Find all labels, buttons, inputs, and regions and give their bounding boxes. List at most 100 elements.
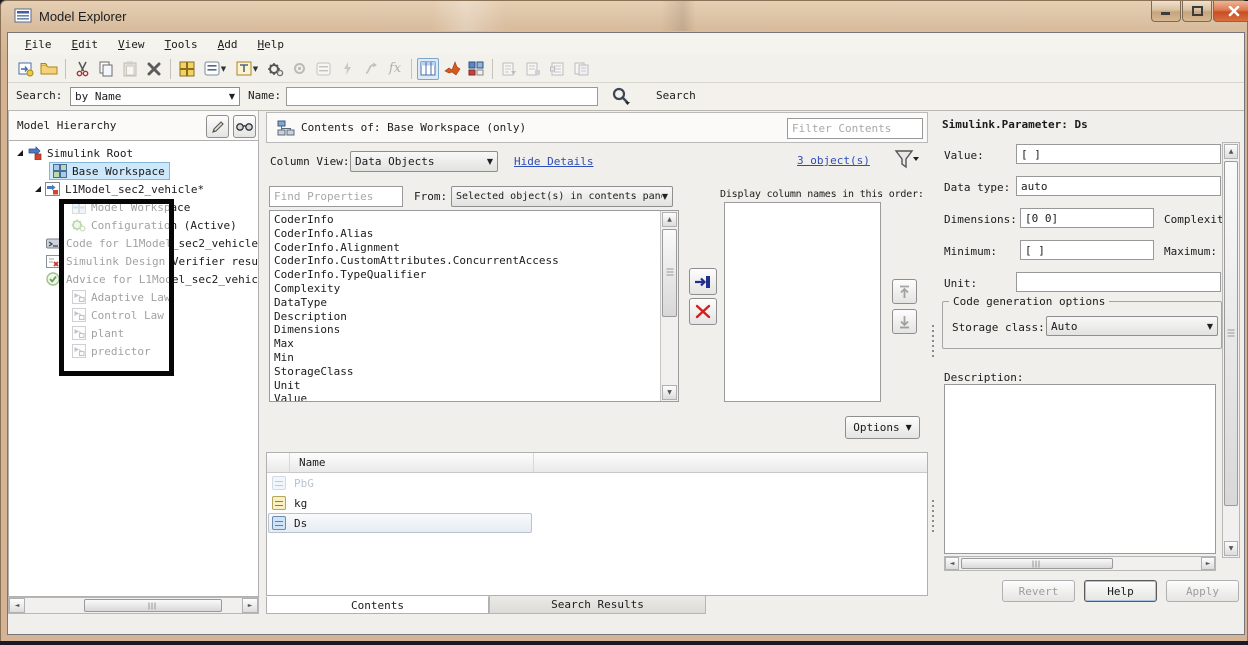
- paste-icon[interactable]: [119, 58, 141, 80]
- scroll-up-icon[interactable]: ▲: [1224, 144, 1238, 159]
- dialog-v-scrollbar[interactable]: ▲ ▼: [1222, 142, 1240, 558]
- filter-contents-input[interactable]: [787, 118, 923, 139]
- search-mode-dropdown[interactable]: by Name ▼: [70, 87, 240, 106]
- column-view-icon[interactable]: [417, 57, 439, 80]
- menu-add[interactable]: Add: [209, 36, 247, 53]
- revert-button[interactable]: Revert: [1002, 580, 1075, 602]
- hide-details-link[interactable]: Hide Details: [514, 155, 593, 168]
- vertical-splitter[interactable]: [931, 110, 935, 614]
- tree-item-model[interactable]: L1Model_sec2_vehicle*: [9, 180, 258, 198]
- expander-icon[interactable]: [35, 186, 41, 192]
- add-column-button[interactable]: [689, 268, 717, 295]
- tree-item-simulink-root[interactable]: Simulink Root: [9, 144, 258, 162]
- find-properties-input[interactable]: [269, 186, 403, 207]
- delete-icon[interactable]: [143, 58, 165, 80]
- property-item[interactable]: CoderInfo.Alias: [270, 227, 678, 241]
- configuration-icon[interactable]: [264, 58, 286, 80]
- run-search-icon[interactable]: [610, 86, 632, 109]
- color-grid-icon[interactable]: [465, 58, 487, 80]
- function-icon[interactable]: fx: [384, 58, 406, 80]
- apply-button[interactable]: Apply: [1166, 580, 1239, 602]
- table-row[interactable]: PbG: [267, 473, 927, 493]
- column-order-listbox[interactable]: [724, 202, 881, 402]
- minimize-button[interactable]: [1151, 1, 1181, 22]
- expander-icon[interactable]: [17, 150, 23, 156]
- report-icon-4[interactable]: [570, 58, 592, 80]
- view-glasses-button[interactable]: [233, 115, 256, 138]
- tab-contents[interactable]: Contents: [266, 596, 489, 614]
- remove-column-button[interactable]: [689, 298, 717, 325]
- dialog-h-scrollbar[interactable]: ◄ ►: [944, 556, 1216, 571]
- search-button[interactable]: Search: [656, 89, 696, 102]
- cut-icon[interactable]: [71, 58, 93, 80]
- menu-file[interactable]: File: [16, 36, 61, 53]
- property-item[interactable]: Min: [270, 351, 678, 365]
- menu-help[interactable]: Help: [249, 36, 294, 53]
- open-folder-icon[interactable]: [38, 58, 60, 80]
- help-button[interactable]: Help: [1084, 580, 1157, 602]
- menu-view[interactable]: View: [109, 36, 154, 53]
- config-disabled-icon[interactable]: [288, 58, 310, 80]
- property-item[interactable]: StorageClass: [270, 365, 678, 379]
- hierarchy-h-scrollbar[interactable]: ◄ ►: [8, 597, 259, 614]
- table-header-row[interactable]: Name: [267, 453, 927, 473]
- property-item[interactable]: Max: [270, 337, 678, 351]
- data-disabled-icon[interactable]: [312, 58, 334, 80]
- from-dropdown[interactable]: Selected object(s) in contents pane ▼: [451, 186, 673, 207]
- property-item[interactable]: Value: [270, 392, 678, 401]
- dimensions-input[interactable]: [1020, 208, 1154, 228]
- edit-pencil-button[interactable]: [206, 115, 229, 138]
- data-type-input[interactable]: [1016, 176, 1221, 196]
- table-row[interactable]: kg: [267, 493, 927, 513]
- column-view-dropdown[interactable]: Data Objects ▼: [350, 151, 498, 172]
- scroll-left-icon[interactable]: ◄: [945, 557, 959, 570]
- properties-v-scrollbar[interactable]: ▲ ▼: [660, 211, 678, 401]
- minimum-input[interactable]: [1020, 240, 1154, 260]
- move-down-button[interactable]: [892, 309, 917, 334]
- object-count-link[interactable]: 3 object(s): [797, 154, 870, 167]
- scroll-thumb[interactable]: [662, 229, 677, 317]
- filter-funnel-icon[interactable]: [894, 148, 920, 175]
- description-textarea[interactable]: [944, 384, 1216, 554]
- signal-icon[interactable]: [360, 58, 382, 80]
- base-workspace-icon[interactable]: [176, 58, 198, 80]
- property-item[interactable]: CoderInfo.CustomAttributes.ConcurrentAcc…: [270, 254, 678, 268]
- close-button[interactable]: [1213, 1, 1248, 22]
- report-icon-2[interactable]: [522, 58, 544, 80]
- add-subsystem-icon[interactable]: ▼: [232, 58, 262, 80]
- scroll-up-icon[interactable]: ▲: [662, 212, 677, 227]
- property-item[interactable]: CoderInfo: [270, 213, 678, 227]
- property-item[interactable]: Unit: [270, 379, 678, 393]
- report-icon-1[interactable]: [498, 58, 520, 80]
- property-item[interactable]: DataType: [270, 296, 678, 310]
- property-item[interactable]: Description: [270, 310, 678, 324]
- scroll-right-icon[interactable]: ►: [1201, 557, 1215, 570]
- property-item[interactable]: Complexity: [270, 282, 678, 296]
- scroll-thumb[interactable]: [961, 558, 1113, 569]
- scroll-down-icon[interactable]: ▼: [662, 385, 677, 400]
- menu-edit[interactable]: Edit: [63, 36, 108, 53]
- tree-item-base-workspace[interactable]: Base Workspace: [9, 162, 258, 180]
- scroll-right-icon[interactable]: ►: [242, 598, 258, 613]
- contents-table[interactable]: Name PbG kg Ds: [266, 452, 928, 596]
- move-up-button[interactable]: [892, 279, 917, 304]
- scroll-left-icon[interactable]: ◄: [9, 598, 25, 613]
- unit-input[interactable]: [1016, 272, 1221, 292]
- property-item[interactable]: Dimensions: [270, 323, 678, 337]
- scroll-down-icon[interactable]: ▼: [1224, 541, 1238, 556]
- copy-icon[interactable]: [95, 58, 117, 80]
- tab-search-results[interactable]: Search Results: [489, 596, 706, 614]
- maximize-button[interactable]: [1182, 1, 1212, 22]
- menu-tools[interactable]: Tools: [156, 36, 207, 53]
- report-icon-3[interactable]: [546, 58, 568, 80]
- update-diagram-icon[interactable]: [336, 58, 358, 80]
- matlab-icon[interactable]: [441, 58, 463, 80]
- storage-class-dropdown[interactable]: Auto ▼: [1046, 316, 1218, 336]
- title-bar[interactable]: Model Explorer: [1, 1, 1248, 31]
- search-name-input[interactable]: [286, 87, 598, 106]
- table-row-selected[interactable]: Ds: [267, 513, 927, 533]
- scroll-thumb[interactable]: [84, 599, 222, 612]
- properties-listbox[interactable]: CoderInfo CoderInfo.Alias CoderInfo.Alig…: [269, 210, 679, 402]
- property-item[interactable]: CoderInfo.TypeQualifier: [270, 268, 678, 282]
- add-data-object-icon[interactable]: ▼: [200, 58, 230, 80]
